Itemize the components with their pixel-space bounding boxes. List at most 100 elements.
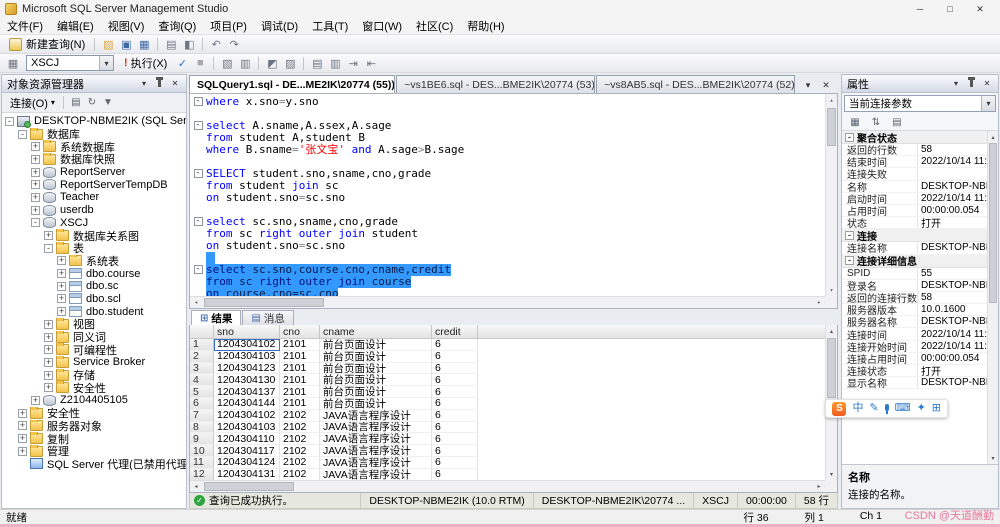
table-row[interactable]: 712043041022102JAVA语言程序设计6 bbox=[190, 410, 837, 422]
tree-item[interactable]: -XSCJ bbox=[2, 217, 186, 230]
tree-item[interactable]: -数据库 bbox=[2, 128, 186, 141]
tree-expander-icon[interactable]: + bbox=[57, 269, 66, 278]
tree-item[interactable]: +复制 bbox=[2, 432, 186, 445]
property-group[interactable]: -聚合状态 bbox=[842, 131, 998, 144]
table-row[interactable]: 112043041022101前台页面设计6 bbox=[190, 339, 837, 351]
table-cell[interactable]: 2102 bbox=[280, 422, 320, 434]
chevron-down-icon[interactable] bbox=[981, 96, 995, 111]
tree-expander-icon[interactable]: + bbox=[31, 168, 40, 177]
close-icon[interactable]: ✕ bbox=[982, 79, 992, 89]
table-cell[interactable]: 2101 bbox=[280, 339, 320, 351]
table-row[interactable]: 812043041032102JAVA语言程序设计6 bbox=[190, 422, 837, 434]
results-tab[interactable]: ⊞结果 bbox=[191, 310, 241, 325]
tree-expander-icon[interactable]: + bbox=[31, 193, 40, 202]
grid-horizontal-scrollbar[interactable] bbox=[190, 480, 825, 492]
menu-item[interactable]: 文件(F) bbox=[0, 18, 50, 34]
tree-expander-icon[interactable]: + bbox=[44, 383, 53, 392]
tree-expander-icon[interactable]: - bbox=[5, 117, 14, 126]
refresh-icon[interactable]: ↻ bbox=[85, 95, 99, 110]
table-cell[interactable]: 1204304103 bbox=[214, 422, 280, 434]
table-cell[interactable]: 前台页面设计 bbox=[320, 363, 432, 375]
tree-item[interactable]: +ReportServer bbox=[2, 166, 186, 179]
column-header[interactable]: cno bbox=[280, 325, 320, 338]
save-all-icon[interactable]: ▦ bbox=[136, 37, 152, 52]
pin-icon[interactable] bbox=[158, 80, 161, 87]
property-row[interactable]: 登录名DESKTOP-NBME2IK bbox=[842, 280, 998, 292]
open-folder-icon[interactable]: ▨ bbox=[100, 37, 116, 52]
tree-expander-icon[interactable]: + bbox=[31, 206, 40, 215]
window-options-icon[interactable]: ▾ bbox=[139, 79, 149, 89]
property-row[interactable]: 结束时间2022/10/14 11:53:2 bbox=[842, 156, 998, 168]
tree-item[interactable]: +dbo.student bbox=[2, 305, 186, 318]
table-cell[interactable]: 6 bbox=[432, 445, 478, 457]
ime-lang-icon[interactable]: 中 bbox=[852, 403, 863, 414]
table-row[interactable]: 1412043041452102JAVA语言程序设计6 bbox=[190, 492, 837, 493]
tree-expander-icon[interactable]: + bbox=[18, 447, 27, 456]
close-document-icon[interactable]: ✕ bbox=[820, 78, 832, 93]
fold-collapse-icon[interactable]: - bbox=[194, 265, 203, 274]
table-cell[interactable]: 2102 bbox=[280, 445, 320, 457]
server-connect-icon[interactable]: ▤ bbox=[69, 95, 83, 110]
tree-item[interactable]: +ReportServerTempDB bbox=[2, 178, 186, 191]
editor-vertical-scrollbar[interactable] bbox=[825, 94, 837, 296]
code-line[interactable]: -where x.sno=y.sno bbox=[190, 96, 824, 108]
table-cell[interactable]: 1204304137 bbox=[214, 386, 280, 398]
table-row[interactable]: 912043041102102JAVA语言程序设计6 bbox=[190, 433, 837, 445]
activity-monitor-icon[interactable]: ◧ bbox=[181, 37, 197, 52]
property-row[interactable]: 连接状态打开 bbox=[842, 365, 998, 377]
property-group[interactable]: -连接 bbox=[842, 229, 998, 242]
row-number-cell[interactable]: 12 bbox=[190, 469, 214, 481]
close-button[interactable]: ✕ bbox=[965, 0, 995, 18]
table-cell[interactable]: 前台页面设计 bbox=[320, 386, 432, 398]
stop-icon[interactable]: ■ bbox=[192, 56, 208, 71]
chevron-down-icon[interactable] bbox=[99, 56, 113, 70]
property-row[interactable]: 连接时间2022/10/14 11:53: bbox=[842, 328, 998, 340]
tree-item[interactable]: +Teacher bbox=[2, 191, 186, 204]
table-cell[interactable]: 1204304130 bbox=[214, 374, 280, 386]
menu-item[interactable]: 视图(V) bbox=[101, 18, 152, 34]
scrollbar-thumb[interactable] bbox=[827, 108, 836, 146]
table-cell[interactable]: JAVA语言程序设计 bbox=[320, 492, 432, 493]
row-number-cell[interactable]: 5 bbox=[190, 386, 214, 398]
connect-button[interactable]: 连接(O) bbox=[6, 95, 59, 111]
minimize-button[interactable]: ─ bbox=[905, 0, 935, 18]
alphabetical-icon[interactable]: ⇅ bbox=[870, 115, 882, 130]
table-cell[interactable]: 6 bbox=[432, 363, 478, 375]
document-tab[interactable]: ~vs1BE6.sql - DES...BME2IK\20774 (53)) bbox=[396, 75, 595, 93]
scroll-left-icon[interactable] bbox=[190, 297, 202, 308]
property-row[interactable]: 连接失败 bbox=[842, 168, 998, 180]
tree-expander-icon[interactable]: + bbox=[57, 282, 66, 291]
new-page-icon[interactable]: ▤ bbox=[163, 37, 179, 52]
filter-icon[interactable]: ▼ bbox=[101, 95, 115, 110]
tree-expander-icon[interactable]: + bbox=[18, 421, 27, 430]
table-cell[interactable]: JAVA语言程序设计 bbox=[320, 433, 432, 445]
outdent-icon[interactable]: ⇤ bbox=[363, 56, 379, 71]
new-query-button[interactable]: 新建查询(N) bbox=[4, 36, 90, 53]
table-cell[interactable]: 1204304123 bbox=[214, 363, 280, 375]
table-cell[interactable]: 6 bbox=[432, 457, 478, 469]
sql-editor[interactable]: -where x.sno=y.sno-select A.sname,A.ssex… bbox=[189, 93, 838, 309]
column-header[interactable]: sno bbox=[214, 325, 280, 338]
table-cell[interactable]: 2102 bbox=[280, 457, 320, 469]
property-row[interactable]: 连接占用时间00:00:00.054 bbox=[842, 353, 998, 365]
table-cell[interactable]: 6 bbox=[432, 386, 478, 398]
fold-collapse-icon[interactable]: - bbox=[194, 217, 203, 226]
table-cell[interactable]: 6 bbox=[432, 469, 478, 481]
row-number-cell[interactable]: 2 bbox=[190, 351, 214, 363]
row-number-cell[interactable]: 3 bbox=[190, 363, 214, 375]
categorized-icon[interactable]: ▦ bbox=[849, 115, 861, 130]
tree-item[interactable]: +Z2104405105 bbox=[2, 394, 186, 407]
scroll-right-icon[interactable] bbox=[813, 297, 825, 308]
show-plan-icon[interactable]: ▧ bbox=[219, 56, 235, 71]
tree-item[interactable]: +userdb bbox=[2, 204, 186, 217]
property-group[interactable]: -连接详细信息 bbox=[842, 255, 998, 268]
property-row[interactable]: 名称DESKTOP-NBME2IK bbox=[842, 181, 998, 193]
column-header[interactable]: cname bbox=[320, 325, 432, 338]
code-line[interactable]: on course.cno=sc.cno bbox=[190, 288, 824, 296]
ime-keyboard-icon[interactable]: ⌨ bbox=[895, 403, 911, 414]
tree-expander-icon[interactable]: + bbox=[31, 142, 40, 151]
tree-item[interactable]: +存储 bbox=[2, 369, 186, 382]
ime-toolbox-icon[interactable]: ✦ bbox=[917, 403, 926, 414]
tree-item[interactable]: -DESKTOP-NBME2IK (SQL Server 10.0.160... bbox=[2, 115, 186, 128]
scroll-left-icon[interactable] bbox=[190, 481, 202, 492]
